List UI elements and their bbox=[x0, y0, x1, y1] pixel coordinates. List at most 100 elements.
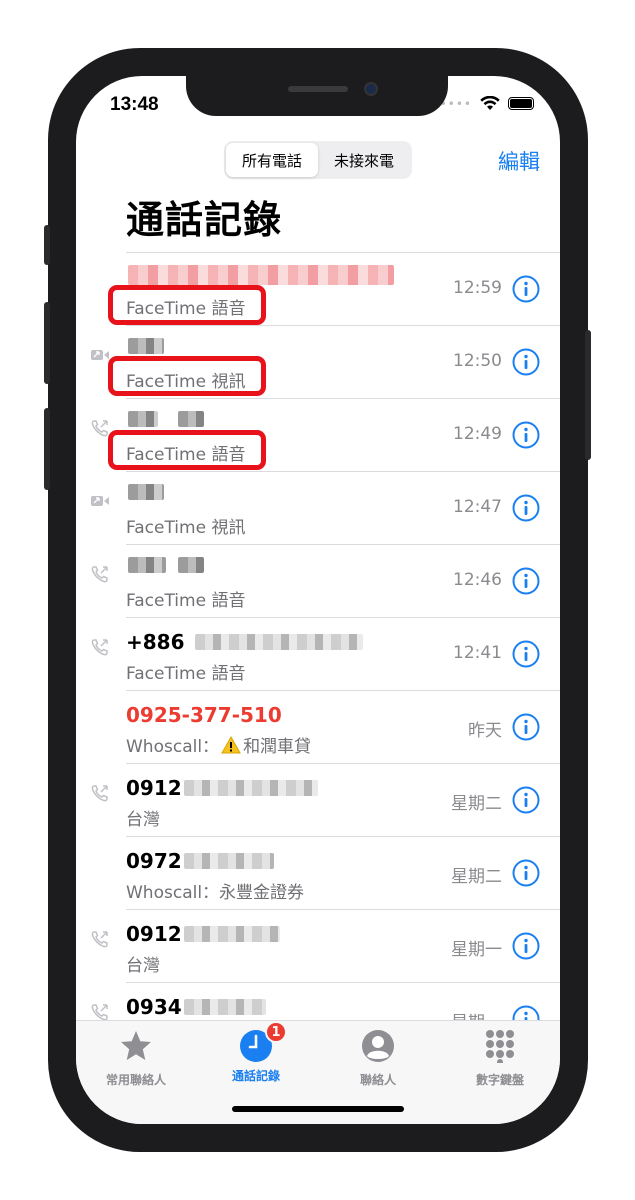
call-row[interactable]: 0972 Whoscall：永豐金證券 星期二 bbox=[76, 836, 560, 909]
call-time: 12:59 bbox=[453, 278, 502, 298]
missed-call-badge: 1 bbox=[265, 1021, 287, 1043]
outgoing-call-icon bbox=[91, 1004, 108, 1021]
call-row[interactable]: 0912 台灣 星期二 bbox=[76, 763, 560, 836]
info-icon[interactable] bbox=[512, 640, 540, 668]
info-icon[interactable] bbox=[512, 494, 540, 522]
annotation-box-1 bbox=[108, 285, 266, 325]
call-time: 12:49 bbox=[453, 424, 502, 444]
call-time: 星期二 bbox=[451, 867, 502, 887]
outgoing-call-icon bbox=[91, 931, 108, 948]
call-type-label: FaceTime 視訊 bbox=[126, 518, 246, 538]
redacted-name bbox=[183, 926, 280, 942]
redacted-name bbox=[128, 338, 164, 354]
caller-name: 0912 bbox=[126, 922, 280, 946]
info-icon[interactable] bbox=[512, 567, 540, 595]
outgoing-call-icon bbox=[91, 785, 108, 802]
tab-contacts[interactable]: 聯絡人 bbox=[318, 1029, 438, 1088]
info-icon[interactable] bbox=[512, 859, 540, 887]
outgoing-call-icon bbox=[91, 420, 108, 437]
call-time: 12:46 bbox=[453, 570, 502, 590]
battery-icon bbox=[508, 97, 534, 110]
tab-favorites[interactable]: 常用聯絡人 bbox=[76, 1029, 196, 1088]
home-indicator[interactable] bbox=[232, 1106, 404, 1112]
outgoing-call-icon bbox=[91, 566, 108, 583]
call-type-label: 台灣 bbox=[126, 956, 160, 976]
call-time: 12:50 bbox=[453, 351, 502, 371]
call-time: 昨天 bbox=[468, 721, 502, 741]
call-row[interactable]: FaceTime 語音 12:46 bbox=[76, 544, 560, 617]
volume-down-button bbox=[44, 408, 50, 490]
caller-name: 0934 bbox=[126, 995, 266, 1019]
call-time: 星期二 bbox=[451, 794, 502, 814]
redacted-name bbox=[128, 484, 164, 500]
annotation-box-2 bbox=[108, 356, 266, 396]
redacted-name bbox=[194, 634, 363, 650]
caller-name bbox=[126, 411, 204, 427]
call-row[interactable]: FaceTime 視訊 12:47 bbox=[76, 471, 560, 544]
caller-name bbox=[126, 338, 164, 354]
info-icon[interactable] bbox=[512, 275, 540, 303]
wifi-icon bbox=[480, 96, 500, 110]
keypad-icon bbox=[486, 1030, 514, 1065]
clock-icon-wrap: 1 bbox=[239, 1021, 287, 1063]
annotation-box-3 bbox=[108, 430, 266, 470]
call-type-label: Whoscall： 和潤車貸 bbox=[126, 735, 312, 757]
call-time: 12:47 bbox=[453, 497, 502, 517]
camera-icon bbox=[364, 82, 378, 96]
tab-keypad[interactable]: 數字鍵盤 bbox=[440, 1029, 560, 1088]
call-type-label: 台灣 bbox=[126, 810, 160, 830]
info-icon[interactable] bbox=[512, 348, 540, 376]
caller-name: 0925-377-510 bbox=[126, 703, 282, 727]
screen: 13:48 •••• 所有電話 未接來電 編輯 通話記錄 FaceTime 語音… bbox=[76, 76, 560, 1124]
video-call-icon bbox=[91, 350, 109, 360]
status-icons: •••• bbox=[440, 96, 534, 111]
edit-button[interactable]: 編輯 bbox=[498, 146, 540, 176]
info-icon[interactable] bbox=[512, 932, 540, 960]
call-type-label: FaceTime 語音 bbox=[126, 591, 246, 611]
info-icon[interactable] bbox=[512, 713, 540, 741]
redacted-name bbox=[178, 411, 204, 427]
redacted-name bbox=[128, 411, 158, 427]
call-row[interactable]: +886 FaceTime 語音 12:41 bbox=[76, 617, 560, 690]
speaker bbox=[288, 86, 348, 92]
outgoing-call-icon bbox=[91, 639, 108, 656]
redacted-name bbox=[183, 780, 318, 796]
info-icon[interactable] bbox=[512, 786, 540, 814]
person-icon bbox=[362, 1030, 394, 1062]
caller-name: 0912 bbox=[126, 776, 318, 800]
status-time: 13:48 bbox=[110, 94, 159, 115]
call-row[interactable]: 0925-377-510 Whoscall： 和潤車貸 昨天 bbox=[76, 690, 560, 763]
caller-name bbox=[126, 484, 164, 500]
notch bbox=[186, 76, 448, 116]
call-time: 星期一 bbox=[451, 940, 502, 960]
call-row[interactable]: 0912 台灣 星期一 bbox=[76, 909, 560, 982]
call-filter-segment: 所有電話 未接來電 bbox=[224, 141, 412, 179]
caller-name: 0972 bbox=[126, 849, 274, 873]
call-time: 12:41 bbox=[453, 643, 502, 663]
redacted-name bbox=[128, 265, 394, 285]
redacted-name bbox=[183, 999, 266, 1015]
redacted-name bbox=[128, 557, 166, 573]
tab-label: 通話記錄 bbox=[231, 1069, 280, 1083]
segment-missed-calls[interactable]: 未接來電 bbox=[318, 143, 410, 177]
volume-up-button bbox=[44, 302, 50, 384]
warning-icon bbox=[221, 735, 241, 753]
star-icon bbox=[121, 1031, 151, 1060]
side-button bbox=[44, 225, 50, 265]
power-button bbox=[585, 330, 591, 460]
caller-name bbox=[126, 265, 394, 285]
redacted-name bbox=[178, 557, 204, 573]
info-icon[interactable] bbox=[512, 421, 540, 449]
tab-label: 數字鍵盤 bbox=[475, 1073, 524, 1087]
call-type-label: Whoscall：永豐金證券 bbox=[126, 883, 305, 903]
tab-recents[interactable]: 1 通話記錄 bbox=[196, 1021, 316, 1084]
tab-label: 常用聯絡人 bbox=[105, 1073, 166, 1087]
video-call-icon bbox=[91, 496, 109, 506]
caller-name: +886 bbox=[126, 630, 363, 654]
tab-label: 聯絡人 bbox=[359, 1073, 396, 1087]
call-type-label: FaceTime 語音 bbox=[126, 664, 246, 684]
page-title: 通話記錄 bbox=[126, 198, 283, 242]
redacted-name bbox=[183, 853, 274, 869]
caller-name bbox=[126, 557, 204, 573]
segment-all-calls[interactable]: 所有電話 bbox=[226, 143, 318, 177]
